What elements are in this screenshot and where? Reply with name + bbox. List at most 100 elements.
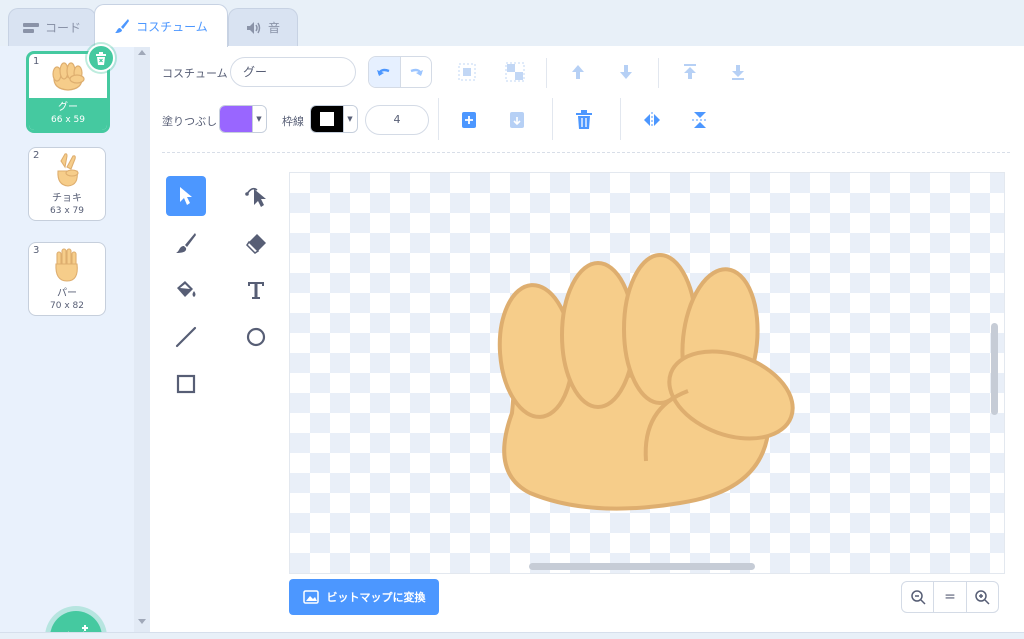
reshape-tool[interactable] [236,176,276,216]
costume-thumbnail [29,243,105,287]
outline-label: 枠線 [282,115,304,128]
costume-name-input[interactable]: グー [230,57,356,87]
costume-size: 66 x 59 [51,115,85,125]
tab-code-label: コード [44,21,81,35]
fill-color-picker[interactable]: ▼ [219,105,267,133]
costume-size: 63 x 79 [50,206,84,216]
undo-icon [377,68,390,76]
zoom-out-button[interactable] [902,582,933,612]
arrow-up-icon [572,65,584,79]
line-tool[interactable] [166,317,206,357]
stroke-width-input[interactable]: 4 [365,105,429,135]
zoom-in-icon [975,590,990,605]
paste-button[interactable] [502,105,532,135]
costume-name-label: コスチューム [162,67,228,80]
toolbar-divider [546,58,547,88]
costume-number: 1 [33,56,40,67]
zoom-in-button[interactable] [965,582,998,612]
tab-code[interactable]: コード [8,8,96,46]
paint-editor: コスチューム グー 塗りつぶし ▼ 枠線 ▼ 4 ビットマップに変換 = [150,46,1024,632]
costume-list: 1 グー 66 x 59 2 チョキ 63 x 79 3 パー 70 x 82 [0,44,150,639]
tab-sounds-label: 音 [267,21,280,35]
text-t-icon [248,282,264,299]
canvas-horizontal-scrollbar[interactable] [529,563,755,570]
costume-number: 2 [33,150,40,161]
tab-costumes[interactable]: コスチューム [94,4,228,47]
sidebar-scrollbar[interactable] [134,46,150,632]
costume-number: 3 [33,245,40,256]
costume-thumbnail [29,148,105,192]
text-tool[interactable] [236,270,276,310]
delete-button[interactable] [569,105,599,135]
eraser-icon [246,234,266,254]
chevron-down-icon: ▼ [252,106,265,132]
zoom-out-icon [910,590,926,605]
toolbar-divider [620,98,621,140]
costume-size: 70 x 82 [50,301,84,311]
group-icon [458,63,476,81]
send-to-back-icon [732,65,744,80]
eraser-tool[interactable] [236,223,276,263]
scroll-down-arrow-icon[interactable] [138,619,146,624]
ungroup-button[interactable] [500,57,530,87]
redo-icon [410,68,423,76]
tab-costumes-label: コスチューム [136,19,208,34]
canvas-vertical-scrollbar[interactable] [991,323,998,415]
fill-tool[interactable] [166,270,206,310]
tab-sounds[interactable]: 音 [228,8,298,46]
trash-icon [576,110,592,129]
flip-vertical-button[interactable] [685,105,715,135]
brush-tool[interactable] [166,223,206,263]
fill-color-chip [220,106,252,132]
toolbar-divider [552,98,553,140]
flip-vertical-icon [692,112,708,128]
scroll-up-arrow-icon[interactable] [138,50,146,55]
line-icon [175,326,197,348]
backward-button[interactable] [611,57,641,87]
select-arrow-icon [180,187,192,205]
toolbar-divider [438,98,439,140]
speaker-icon [246,21,261,34]
undo-redo-group [368,56,432,88]
arrow-down-icon [620,65,632,79]
bring-to-front-icon [684,64,696,79]
ungroup-icon [505,62,525,82]
costume-name: グー [58,102,78,113]
group-button[interactable] [452,57,482,87]
editor-tabs: コード コスチューム 音 [0,0,1024,47]
delete-costume-button[interactable] [87,44,115,72]
convert-to-bitmap-label: ビットマップに変換 [326,591,426,604]
brush-icon [176,233,196,253]
fill-label: 塗りつぶし [162,115,218,128]
back-button[interactable] [723,57,753,87]
zoom-reset-button[interactable]: = [933,582,965,612]
flip-horizontal-button[interactable] [637,105,667,135]
paintbrush-icon [115,19,130,33]
copy-button[interactable] [454,105,484,135]
front-button[interactable] [675,57,705,87]
code-blocks-icon [22,22,39,33]
costume-card-3[interactable]: 3 パー 70 x 82 [28,242,106,316]
toolbar-separator [162,152,1010,153]
circle-tool[interactable] [236,317,276,357]
drawing-canvas[interactable] [289,172,1005,574]
zoom-controls: = [901,581,999,613]
image-icon [302,590,319,604]
costume-name: パー [57,288,77,299]
costume-card-2[interactable]: 2 チョキ 63 x 79 [28,147,106,221]
forward-button[interactable] [563,57,593,87]
select-tool[interactable] [166,176,206,216]
rock-hand-drawing[interactable] [290,173,1005,574]
outline-color-chip [311,106,343,132]
undo-button[interactable] [369,57,401,87]
trash-icon [96,51,106,65]
costume-name: チョキ [52,193,82,204]
convert-to-bitmap-button[interactable]: ビットマップに変換 [289,579,439,615]
redo-button[interactable] [401,57,432,87]
rectangle-tool[interactable] [166,364,206,404]
paint-bucket-icon [177,281,196,297]
rectangle-icon [176,374,196,394]
chevron-down-icon: ▼ [343,106,356,132]
copy-icon [462,112,476,128]
outline-color-picker[interactable]: ▼ [310,105,358,133]
